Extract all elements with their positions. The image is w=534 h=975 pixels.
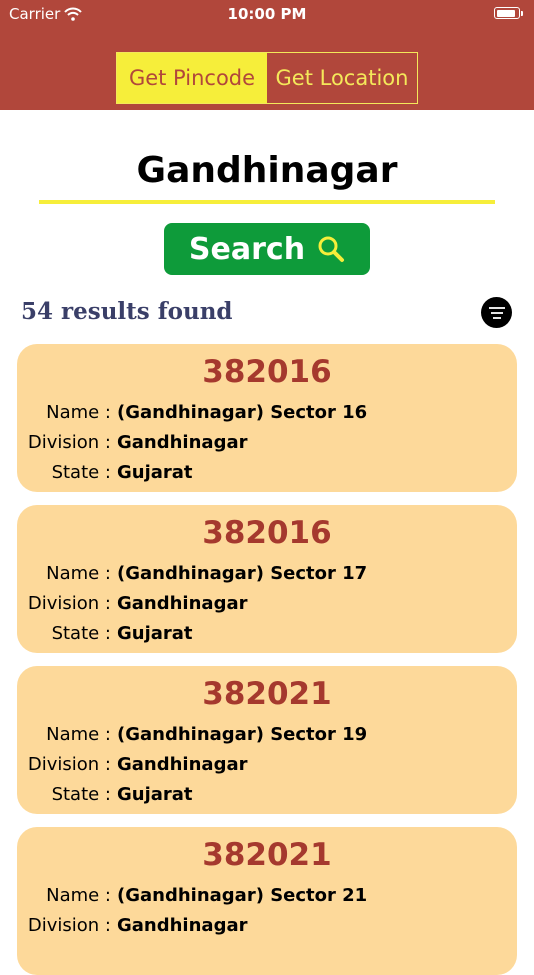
name-value: (Gandhinagar) Sector 16 [117, 402, 368, 423]
division-label: Division : [27, 754, 111, 775]
clock: 10:00 PM [227, 5, 307, 23]
magnifier-icon [317, 235, 345, 263]
result-card[interactable]: 382016 Name : (Gandhinagar) Sector 17 Di… [17, 505, 517, 653]
name-value: (Gandhinagar) Sector 21 [117, 885, 368, 906]
name-value: (Gandhinagar) Sector 17 [117, 563, 368, 584]
pincode: 382016 [202, 515, 332, 551]
pincode: 382016 [202, 354, 332, 390]
search-button[interactable]: Search [164, 223, 370, 275]
state-value: Gujarat [117, 623, 193, 644]
division-value: Gandhinagar [117, 593, 248, 614]
division-label: Division : [27, 432, 111, 453]
division-value: Gandhinagar [117, 915, 248, 936]
app-header: Carrier 10:00 PM Get Pincode Get Locatio… [0, 0, 534, 110]
tab-get-pincode[interactable]: Get Pincode [117, 53, 267, 103]
state-label: State : [51, 623, 111, 644]
mode-segmented-control: Get Pincode Get Location [116, 52, 418, 104]
sort-lines-icon [488, 306, 505, 319]
division-value: Gandhinagar [117, 432, 248, 453]
name-label: Name : [46, 885, 111, 906]
division-label: Division : [27, 593, 111, 614]
name-label: Name : [46, 402, 111, 423]
battery-tip [521, 11, 523, 16]
result-card[interactable]: 382021 Name : (Gandhinagar) Sector 21 Di… [17, 827, 517, 975]
result-card[interactable]: 382021 Name : (Gandhinagar) Sector 19 Di… [17, 666, 517, 814]
sort-button[interactable] [481, 297, 512, 328]
pincode: 382021 [202, 837, 332, 873]
tab-get-location[interactable]: Get Location [267, 53, 417, 103]
pincode: 382021 [202, 676, 332, 712]
status-bar: Carrier 10:00 PM [0, 0, 534, 28]
state-label: State : [51, 462, 111, 483]
state-label: State : [51, 784, 111, 805]
result-card[interactable]: 382016 Name : (Gandhinagar) Sector 16 Di… [17, 344, 517, 492]
name-label: Name : [46, 563, 111, 584]
name-value: (Gandhinagar) Sector 19 [117, 724, 368, 745]
name-label: Name : [46, 724, 111, 745]
state-value: Gujarat [117, 784, 193, 805]
division-label: Division : [27, 915, 111, 936]
search-input[interactable] [39, 140, 495, 204]
battery-icon [494, 7, 520, 19]
search-button-label: Search [188, 231, 306, 267]
division-value: Gandhinagar [117, 754, 248, 775]
state-value: Gujarat [117, 462, 193, 483]
results-count: 54 results found [21, 298, 233, 325]
